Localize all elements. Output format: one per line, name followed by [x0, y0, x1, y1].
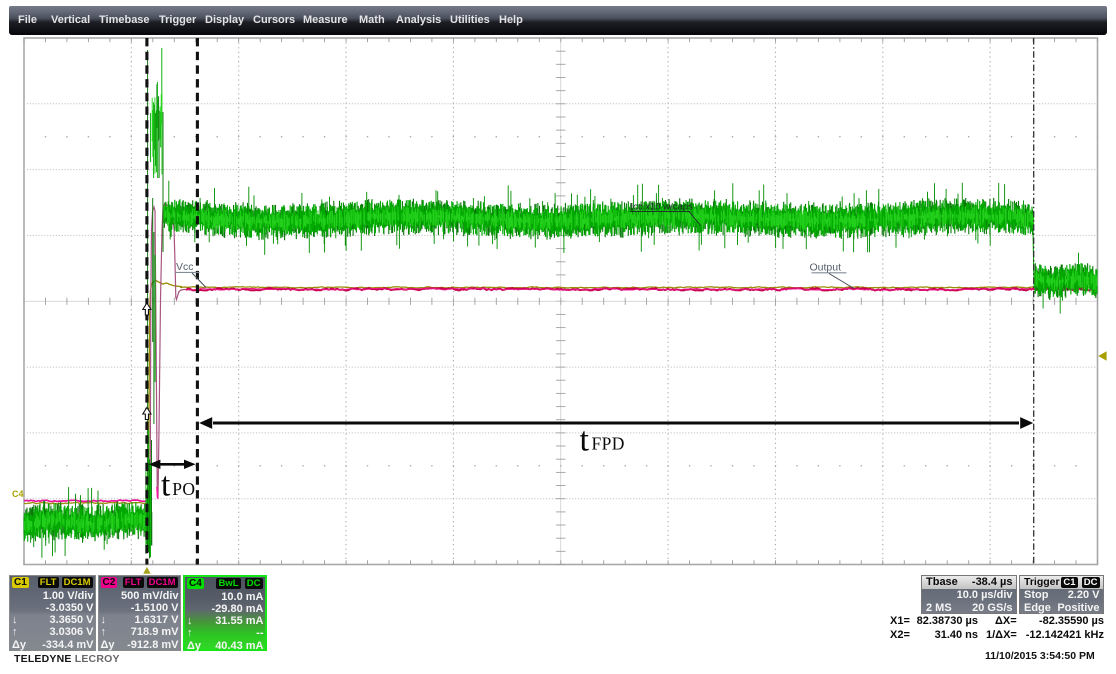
svg-text:Output: Output [810, 262, 842, 274]
svg-text:Icc x10 w/caps: Icc x10 w/caps [631, 202, 694, 213]
svg-text:C4: C4 [12, 489, 24, 499]
svg-text:FPD: FPD [592, 434, 625, 454]
svg-text:t: t [580, 422, 590, 459]
svg-text:Vcc: Vcc [176, 261, 194, 273]
svg-text:t: t [161, 467, 171, 504]
svg-text:PO: PO [172, 479, 195, 499]
